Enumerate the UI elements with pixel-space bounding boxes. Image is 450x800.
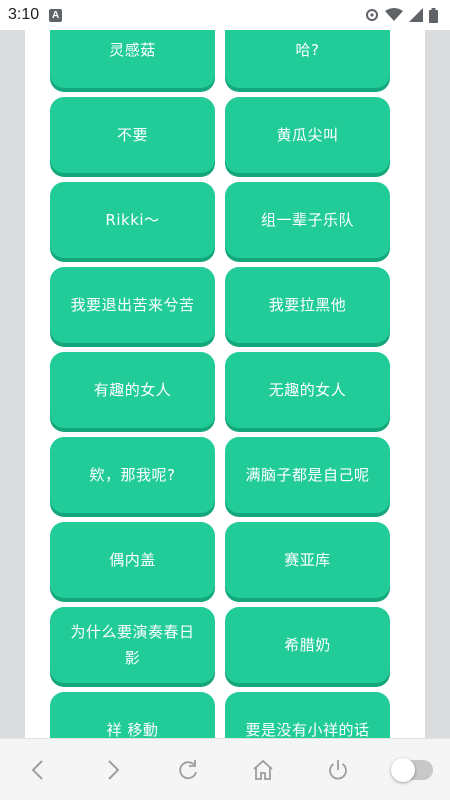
status-bar: 3:10 A bbox=[0, 0, 450, 30]
sound-button[interactable]: Rikki〜 bbox=[50, 182, 215, 258]
sound-button[interactable]: 灵感菇 bbox=[50, 30, 215, 88]
power-icon bbox=[328, 759, 347, 780]
toggle-knob bbox=[390, 757, 415, 782]
battery-icon bbox=[429, 7, 438, 23]
sound-button[interactable]: 祥 移動 bbox=[50, 692, 215, 738]
back-icon bbox=[31, 759, 43, 780]
toggle-switch[interactable] bbox=[390, 750, 433, 790]
notification-icon: A bbox=[49, 8, 63, 22]
sound-button[interactable]: 不要 bbox=[50, 97, 215, 173]
forward-icon bbox=[107, 759, 119, 780]
sound-button[interactable]: 为什么要演奏春日影 bbox=[50, 607, 215, 683]
browser-nav-bar bbox=[0, 738, 450, 800]
refresh-button[interactable] bbox=[168, 750, 208, 790]
sound-button[interactable]: 我要拉黑他 bbox=[225, 267, 390, 343]
sound-button[interactable]: 黄瓜尖叫 bbox=[225, 97, 390, 173]
home-icon bbox=[252, 759, 273, 780]
sound-button[interactable]: 组一辈子乐队 bbox=[225, 182, 390, 258]
status-time: 3:10 bbox=[8, 6, 40, 23]
signal-icon bbox=[409, 8, 423, 22]
sound-button[interactable]: 有趣的女人 bbox=[50, 352, 215, 428]
sound-button[interactable]: 偶内盖 bbox=[50, 522, 215, 598]
power-button[interactable] bbox=[318, 750, 358, 790]
sound-button[interactable]: 欸，那我呢? bbox=[50, 437, 215, 513]
back-button[interactable] bbox=[18, 750, 58, 790]
sound-button-grid: 灵感菇 哈? 不要 黄瓜尖叫 Rikki〜 组一辈子乐队 我要退出苦来兮苦 我要拉黑他 有趣的女… bbox=[50, 30, 390, 738]
sound-button[interactable]: 要是没有小祥的话 bbox=[225, 692, 390, 738]
status-icons bbox=[365, 7, 438, 23]
sound-button[interactable]: 哈? bbox=[225, 30, 390, 88]
sound-button[interactable]: 无趣的女人 bbox=[225, 352, 390, 428]
sound-button[interactable]: 我要退出苦来兮苦 bbox=[50, 267, 215, 343]
wifi-icon bbox=[385, 8, 403, 21]
toggle-track bbox=[390, 757, 433, 782]
forward-button[interactable] bbox=[93, 750, 133, 790]
sound-button[interactable]: 满脑子都是自己呢 bbox=[225, 437, 390, 513]
refresh-icon bbox=[178, 759, 197, 779]
sound-button[interactable]: 赛亚库 bbox=[225, 522, 390, 598]
settings-icon bbox=[366, 9, 378, 21]
page-content[interactable]: 灵感菇 哈? 不要 黄瓜尖叫 Rikki〜 组一辈子乐队 我要退出苦来兮苦 我要拉黑他 有趣的女… bbox=[25, 30, 425, 738]
home-button[interactable] bbox=[243, 750, 283, 790]
sound-button[interactable]: 希腊奶 bbox=[225, 607, 390, 683]
